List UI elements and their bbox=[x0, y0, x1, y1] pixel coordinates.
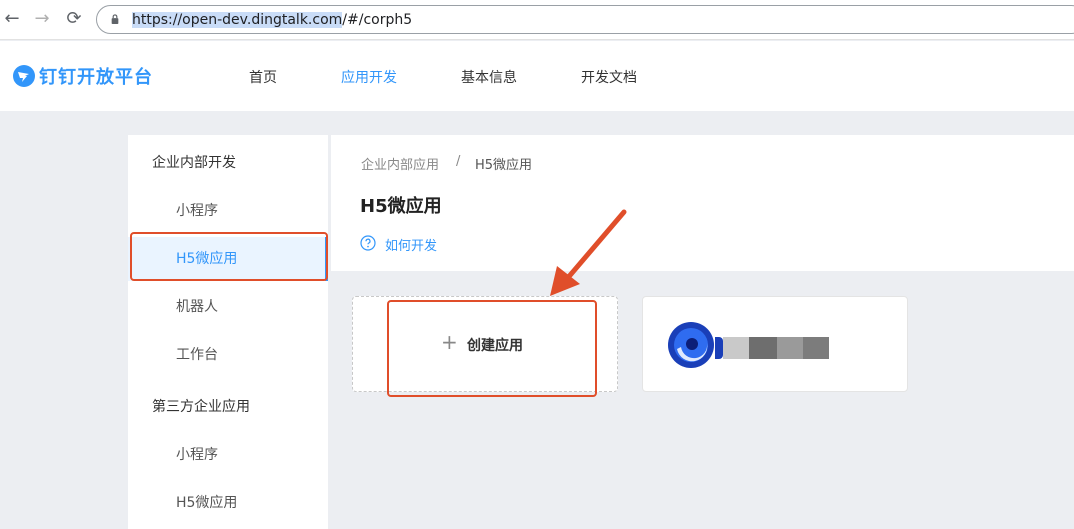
existing-app-card[interactable] bbox=[642, 296, 908, 392]
nav-basic-info[interactable]: 基本信息 bbox=[461, 67, 517, 87]
blurred-app-name bbox=[749, 337, 777, 359]
sidebar-group-third-party: 第三方企业应用 bbox=[152, 399, 250, 415]
how-to-develop-link[interactable]: 如何开发 bbox=[385, 235, 437, 254]
dingtalk-logo-icon bbox=[13, 65, 35, 87]
app-logo-icon bbox=[668, 322, 714, 368]
breadcrumb-current: H5微应用 bbox=[475, 158, 533, 173]
breadcrumb-separator: / bbox=[456, 154, 461, 169]
blurred-app-name bbox=[777, 337, 803, 359]
reload-icon[interactable]: ⟳ bbox=[64, 9, 84, 29]
sidebar-item-mini-program[interactable]: 小程序 bbox=[128, 189, 328, 233]
question-circle-icon[interactable] bbox=[360, 235, 376, 251]
dingtalk-logo[interactable]: 钉钉开放平台 bbox=[13, 63, 153, 89]
sidebar: 企业内部开发 小程序 H5微应用 机器人 工作台 第三方企业应用 小程序 H5微… bbox=[128, 135, 328, 529]
nav-app-development[interactable]: 应用开发 bbox=[341, 67, 397, 87]
breadcrumb-parent[interactable]: 企业内部应用 bbox=[361, 154, 439, 173]
highlight-box-h5-app bbox=[130, 232, 328, 281]
blurred-app-name bbox=[803, 337, 829, 359]
highlight-box-create-app bbox=[387, 300, 597, 397]
nav-home[interactable]: 首页 bbox=[249, 67, 277, 87]
url-path: /#/corph5 bbox=[342, 12, 413, 28]
url-selected-part: https://open-dev.dingtalk.com bbox=[132, 12, 343, 28]
browser-toolbar: ← → ⟳ https://open-dev.dingtalk.com/#/co… bbox=[0, 0, 1074, 40]
sidebar-item-robot[interactable]: 机器人 bbox=[128, 285, 328, 329]
address-bar[interactable]: https://open-dev.dingtalk.com/#/corph5 bbox=[96, 5, 1074, 34]
blurred-app-name bbox=[723, 337, 749, 359]
sidebar-item-workbench[interactable]: 工作台 bbox=[128, 333, 328, 377]
lock-icon bbox=[111, 14, 119, 24]
forward-arrow-icon[interactable]: → bbox=[32, 9, 52, 29]
logo-text: 钉钉开放平台 bbox=[39, 67, 153, 88]
page-header-panel: 企业内部应用 / H5微应用 H5微应用 如何开发 bbox=[331, 135, 1074, 271]
page-title: H5微应用 bbox=[360, 196, 442, 217]
sidebar-item-third-party-mini-program[interactable]: 小程序 bbox=[128, 433, 328, 477]
annotation-arrow-icon bbox=[550, 209, 627, 296]
app-name-edge bbox=[715, 337, 723, 359]
nav-dev-docs[interactable]: 开发文档 bbox=[581, 67, 637, 87]
sidebar-group-internal: 企业内部开发 bbox=[152, 155, 236, 171]
sidebar-item-third-party-h5-app[interactable]: H5微应用 bbox=[128, 481, 328, 525]
url-text: https://open-dev.dingtalk.com/#/corph5 bbox=[132, 11, 412, 29]
back-arrow-icon[interactable]: ← bbox=[2, 9, 22, 29]
app-header: 钉钉开放平台 首页 应用开发 基本信息 开发文档 bbox=[0, 41, 1074, 111]
